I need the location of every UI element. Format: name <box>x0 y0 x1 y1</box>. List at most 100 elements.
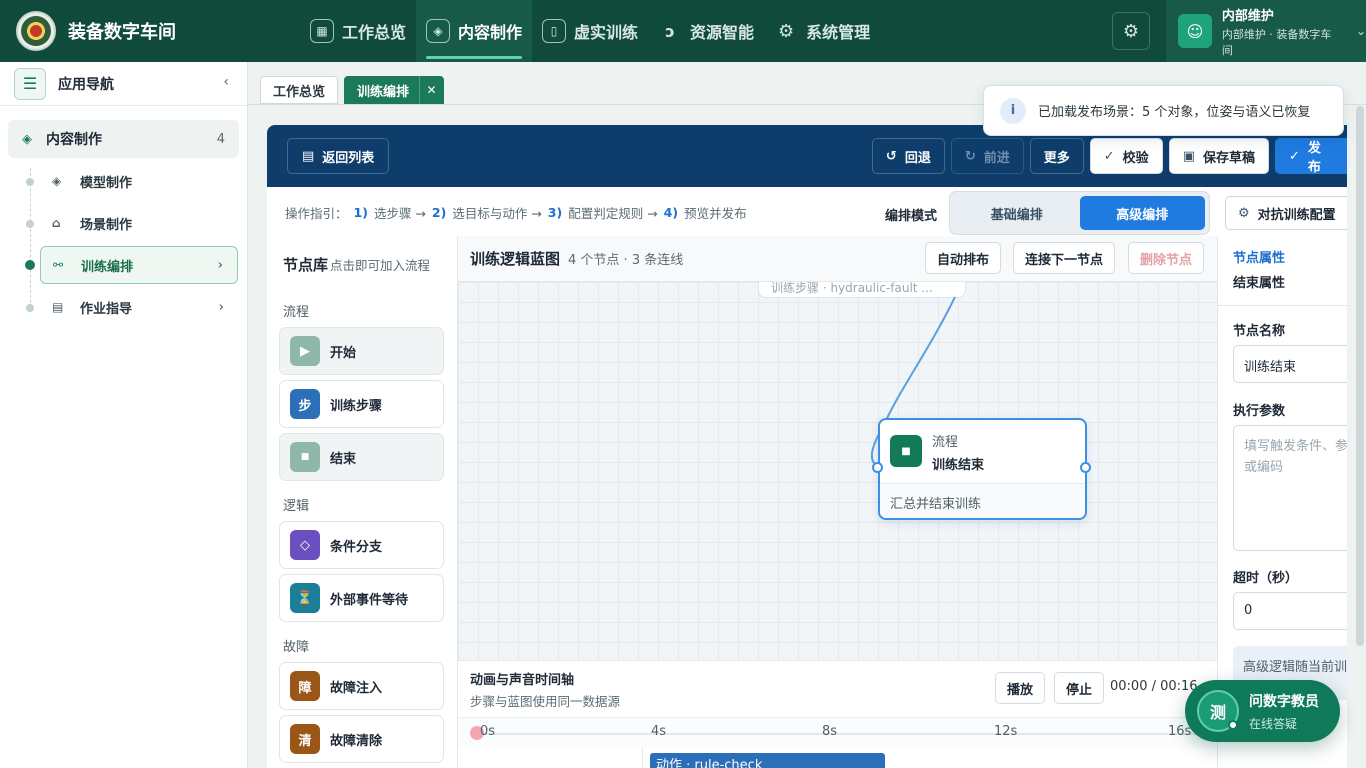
delete-node-button[interactable]: 删除节点 <box>1128 242 1205 274</box>
node-name: 训练结束 <box>932 458 985 473</box>
adversarial-config-button[interactable]: ⚙ 对抗训练配置 <box>1225 196 1347 230</box>
node-name-input[interactable]: 训练结束 <box>1233 345 1347 383</box>
topnav-overview[interactable]: ▦ 工作总览 <box>300 0 416 62</box>
timeout-label: 超时（秒） <box>1233 571 1299 586</box>
back-to-list-button[interactable]: ▤ 返回列表 <box>287 138 390 174</box>
library-node-start[interactable]: ▶ 开始 <box>279 327 444 375</box>
stop-button[interactable]: 停止 <box>1054 672 1105 704</box>
menu-toggle-button[interactable]: ☰ <box>14 67 46 100</box>
save-draft-button[interactable]: ▣ 保存草稿 <box>1168 138 1269 174</box>
document-icon: ▤ <box>302 148 315 164</box>
collapse-sidebar-icon[interactable]: ‹ <box>223 74 229 90</box>
page-scrollbar[interactable] <box>1356 106 1364 646</box>
hourglass-icon: ⏳ <box>290 583 320 613</box>
tree-dot <box>26 304 34 312</box>
topnav-training[interactable]: ▯ 虚实训练 <box>532 0 648 62</box>
stop-icon: ■ <box>290 442 320 472</box>
tab-orchestration[interactable]: 训练编排 ✕ <box>344 76 445 104</box>
chevron-right-icon: › <box>218 299 224 315</box>
timeline-title: 动画与声音时间轴 <box>470 673 575 688</box>
redo-icon: ↻ <box>964 148 976 164</box>
user-subtitle: 内部维护 · 装备数字车间 <box>1221 27 1332 57</box>
topnav-resources[interactable]: ↄ 资源智能 <box>648 0 764 62</box>
library-title-text: 节点库 <box>283 256 329 274</box>
user-avatar-icon: ☺ <box>1178 14 1212 48</box>
redo-button[interactable]: ↻ 前进 <box>950 138 1024 174</box>
sidebar-group-content[interactable]: ◈ 内容制作 4 <box>8 120 239 158</box>
publish-label: 发布 <box>1307 141 1321 175</box>
play-icon: ▶ <box>290 336 320 366</box>
assistant-avatar-text: 测 <box>1209 703 1226 722</box>
library-title: 节点库 点击即可加入流程 <box>283 254 430 275</box>
timeline-panel: 动画与声音时间轴 步骤与蓝图使用同一数据源 播放 停止 00:00 / 00:1… <box>457 660 1218 768</box>
gear-icon: ⚙ <box>777 20 795 42</box>
close-icon[interactable]: ✕ <box>419 76 443 104</box>
sidebar-group-label: 内容制作 <box>46 132 102 148</box>
validate-button[interactable]: ✓ 校验 <box>1089 138 1163 174</box>
auto-layout-button[interactable]: 自动排布 <box>925 242 1002 274</box>
canvas-node-end[interactable]: ■ 流程 训练结束 汇总并结束训练 <box>878 418 1087 520</box>
emblem-icon <box>21 16 51 46</box>
assistant-avatar: 测 <box>1197 690 1239 732</box>
plug-icon: ↄ <box>665 21 675 41</box>
mode-advanced-tab[interactable]: 高级编排 <box>1079 196 1205 230</box>
library-node-fault-clear[interactable]: 清 故障清除 <box>279 715 444 763</box>
input-port[interactable] <box>872 462 883 473</box>
library-category: 故障 <box>283 640 310 655</box>
connect-next-button[interactable]: 连接下一节点 <box>1013 242 1116 274</box>
more-button[interactable]: 更多 <box>1029 138 1084 174</box>
library-node-fault-inject[interactable]: 障 故障注入 <box>279 662 444 710</box>
user-menu[interactable]: ☺ 内部维护 内部维护 · 装备数字车间 ⌄ <box>1166 0 1366 62</box>
tab-overview[interactable]: 工作总览 <box>260 76 339 104</box>
tree-line <box>30 168 32 308</box>
topnav-label: 内容制作 <box>458 23 523 42</box>
library-node-wait[interactable]: ⏳ 外部事件等待 <box>279 574 444 622</box>
cube-icon: ◈ <box>22 131 32 147</box>
connection-edge <box>870 296 956 468</box>
library-category: 逻辑 <box>283 499 310 514</box>
timeline-tick: 12s <box>994 724 1018 739</box>
library-node-label: 开始 <box>330 345 357 361</box>
mode-basic-tab[interactable]: 基础编排 <box>954 196 1080 230</box>
settings-button[interactable]: ⚙ <box>1112 12 1150 50</box>
building-icon: ⌂ <box>52 216 61 230</box>
library-node-label: 故障注入 <box>330 680 383 696</box>
chevron-down-icon: ⌄ <box>1355 24 1366 38</box>
topnav-content[interactable]: ◈ 内容制作 <box>416 0 533 62</box>
sidebar-item-label: 场景制作 <box>80 217 133 233</box>
timeline-ruler[interactable]: 0s 4s 8s 12s 16s <box>458 717 1218 747</box>
assistant-button[interactable]: 测 问数字教员 在线答疑 <box>1185 680 1340 742</box>
sidebar-item-model[interactable]: ◈ 模型制作 <box>40 162 238 200</box>
library-node-end[interactable]: ■ 结束 <box>279 433 444 481</box>
mode-label: 编排模式 <box>885 209 938 224</box>
sidebar-item-guidance[interactable]: ▤ 作业指导 › <box>40 288 238 326</box>
node-description: 汇总并结束训练 <box>880 483 1085 518</box>
save-icon: ▣ <box>1182 148 1195 164</box>
sidebar-item-orchestration[interactable]: ⚯ 训练编排 › <box>40 246 238 284</box>
timeout-input[interactable]: 0 <box>1233 592 1347 630</box>
topnav-label: 虚实训练 <box>574 23 639 42</box>
online-dot <box>1228 720 1238 730</box>
library-node-branch[interactable]: ◇ 条件分支 <box>279 521 444 569</box>
params-textarea[interactable]: 填写触发条件、参数或编码 <box>1233 425 1347 551</box>
mode-switch: 基础编排 高级编排 <box>949 191 1210 235</box>
undo-button[interactable]: ↺ 回退 <box>871 138 945 174</box>
canvas-grid[interactable]: 训练步骤 · hydraulic-fault ... ■ 流程 训练结束 汇总并… <box>458 282 1218 660</box>
guide-step-number: 2) <box>431 205 447 220</box>
sidebar-item-label: 模型制作 <box>80 175 133 191</box>
library-node-step[interactable]: 步 训练步骤 <box>279 380 444 428</box>
clear-icon: 清 <box>290 724 320 754</box>
sidebar-item-scene[interactable]: ⌂ 场景制作 <box>40 204 238 242</box>
library-node-label: 条件分支 <box>330 539 383 555</box>
topnav-system[interactable]: ⚙ 系统管理 <box>764 0 880 62</box>
redo-label: 前进 <box>983 150 1010 166</box>
adversarial-label: 对抗训练配置 <box>1257 207 1336 223</box>
chevron-right-icon: › <box>217 257 223 273</box>
tab-bar: 工作总览 训练编排 ✕ <box>260 76 450 104</box>
output-port[interactable] <box>1080 462 1091 473</box>
step-icon: 步 <box>290 389 320 419</box>
play-button[interactable]: 播放 <box>995 672 1046 704</box>
top-nav: ▦ 工作总览 ◈ 内容制作 ▯ 虚实训练 ↄ 资源智能 ⚙ 系统管理 <box>300 0 880 62</box>
timeline-clip[interactable]: 动作 · rule-check <box>650 753 885 768</box>
publish-button[interactable]: ✓ 发布 <box>1275 138 1347 175</box>
